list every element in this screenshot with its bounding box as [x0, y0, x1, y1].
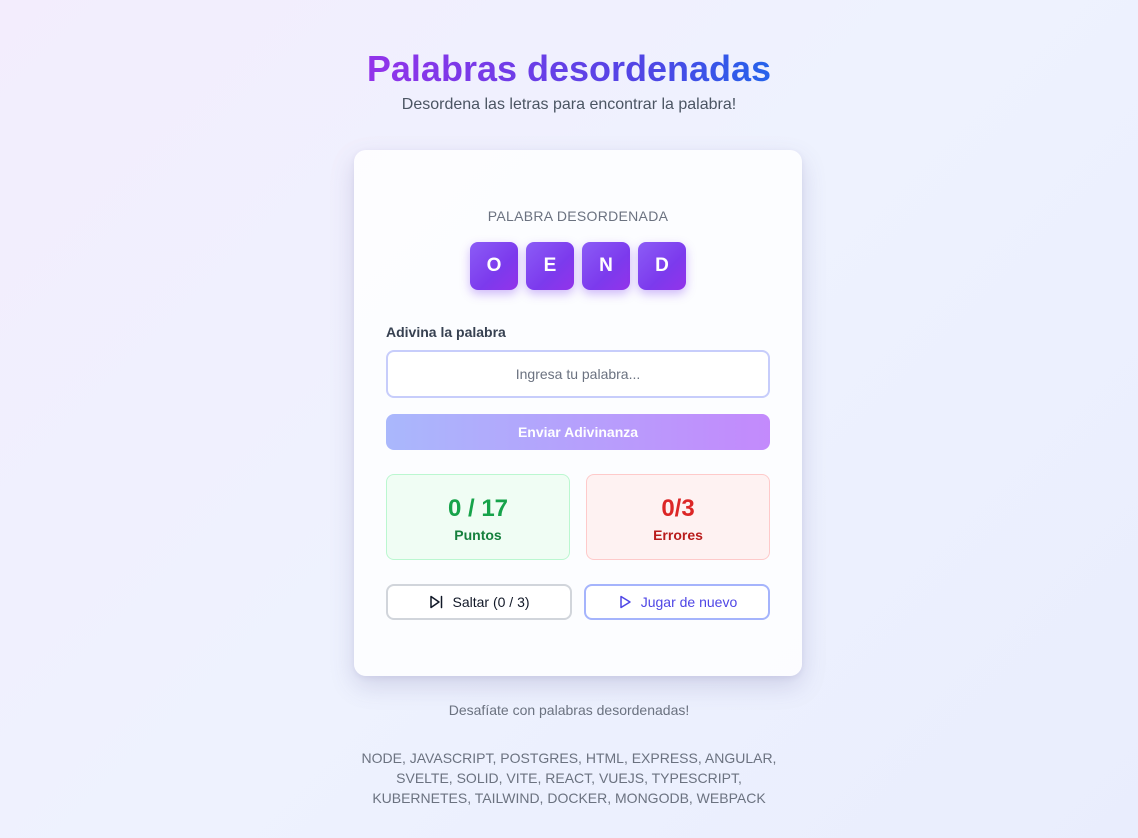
letter-tile: D — [638, 242, 686, 290]
play-icon — [617, 594, 633, 610]
submit-guess-button[interactable]: Enviar Adivinanza — [386, 414, 770, 450]
letter-tile: N — [582, 242, 630, 290]
skip-button[interactable]: Saltar (0 / 3) — [386, 584, 572, 620]
points-value: 0 / 17 — [447, 495, 509, 522]
points-card: 0 / 17 Puntos — [386, 474, 570, 560]
letter-tile: E — [526, 242, 574, 290]
points-label: Puntos — [454, 527, 502, 543]
play-again-label: Jugar de nuevo — [640, 594, 738, 610]
letter-tile: O — [470, 242, 518, 290]
page-header: Palabras desordenadas Desordena las letr… — [0, 48, 1138, 114]
word-list: NODE, JAVASCRIPT, POSTGRES, HTML, EXPRES… — [361, 750, 777, 806]
errors-label: Errores — [653, 527, 703, 543]
play-again-button[interactable]: Jugar de nuevo — [584, 584, 770, 620]
page-footer: Desafíate con palabras desordenadas! NOD… — [0, 702, 1138, 808]
errors-card: 0/3 Errores — [586, 474, 770, 560]
errors-value: 0/3 — [661, 495, 695, 522]
scrambled-word-label: PALABRA DESORDENADA — [487, 208, 669, 224]
footer-tagline: Desafíate con palabras desordenadas! — [448, 702, 690, 718]
guess-input[interactable] — [386, 350, 770, 398]
skip-forward-icon — [428, 594, 444, 610]
game-card: PALABRA DESORDENADA O E N D Adivina la p… — [354, 150, 802, 676]
scrambled-letters: O E N D — [354, 242, 802, 290]
page-subtitle: Desordena las letras para encontrar la p… — [401, 96, 737, 113]
guess-label: Adivina la palabra — [386, 324, 506, 340]
page-title: Palabras desordenadas — [366, 48, 772, 89]
skip-button-label: Saltar (0 / 3) — [452, 594, 530, 610]
